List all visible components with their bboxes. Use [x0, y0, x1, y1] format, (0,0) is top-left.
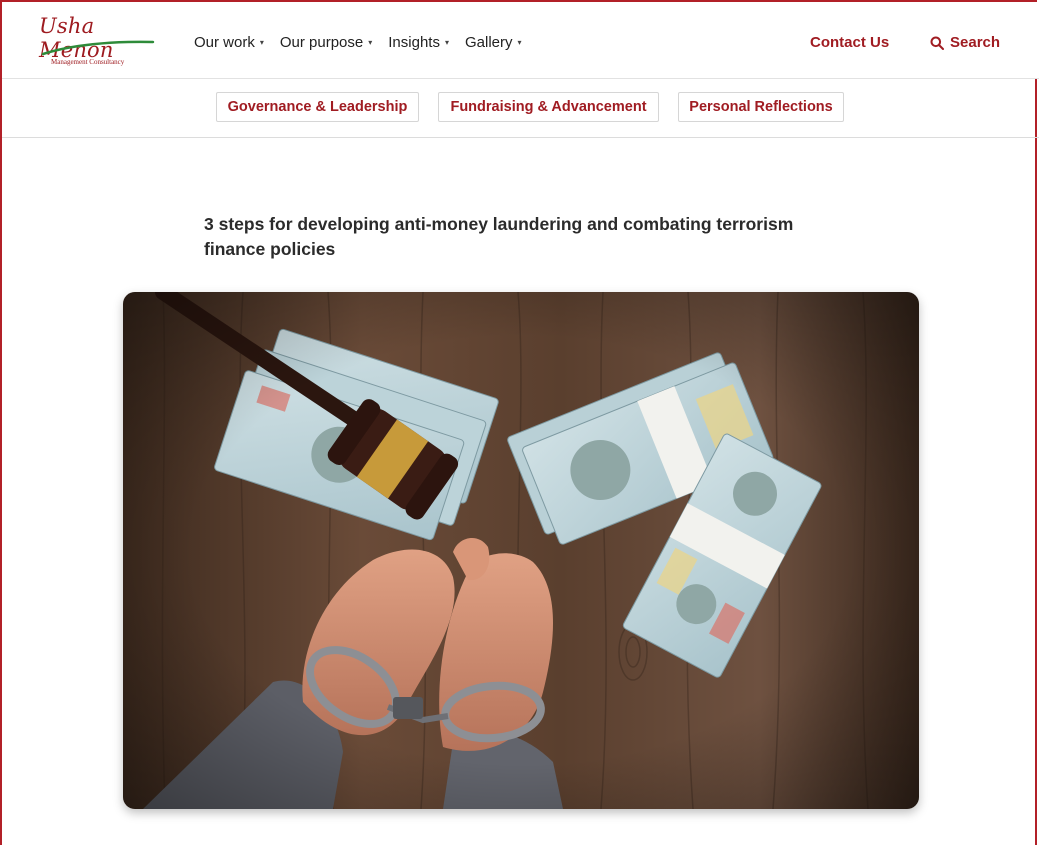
- hero-illustration: [123, 292, 919, 809]
- category-fundraising-advancement[interactable]: Fundraising & Advancement: [438, 92, 659, 122]
- nav-label: Our purpose: [279, 34, 364, 51]
- chevron-down-icon: ▾: [517, 38, 522, 47]
- nav-label: Gallery: [464, 34, 513, 51]
- chevron-down-icon: ▾: [368, 38, 373, 47]
- main-nav: Our work ▾ Our purpose ▾ Insights ▾ Gall…: [194, 34, 522, 51]
- search-button[interactable]: Search: [930, 34, 1000, 51]
- contact-us-link[interactable]: Contact Us: [810, 34, 889, 51]
- category-governance-leadership[interactable]: Governance & Leadership: [216, 92, 419, 122]
- nav-insights[interactable]: Insights ▾: [388, 34, 449, 51]
- nav-gallery[interactable]: Gallery ▾: [465, 34, 522, 51]
- site-header: Usha Menon Management Consultancy Our wo…: [2, 2, 1039, 79]
- logo-swoosh-icon: [41, 40, 155, 56]
- chevron-down-icon: ▾: [444, 38, 449, 47]
- article-hero-image: [123, 292, 919, 809]
- nav-our-purpose[interactable]: Our purpose ▾: [280, 34, 372, 51]
- site-logo[interactable]: Usha Menon Management Consultancy: [39, 14, 169, 70]
- nav-label: Our work: [194, 34, 255, 51]
- nav-label: Insights: [388, 34, 440, 51]
- search-icon: [930, 36, 944, 50]
- category-personal-reflections[interactable]: Personal Reflections: [678, 92, 844, 122]
- logo-tagline: Management Consultancy: [51, 58, 125, 66]
- article-title: 3 steps for developing anti-money launde…: [204, 214, 794, 259]
- search-label: Search: [950, 34, 1001, 51]
- category-bar: Governance & Leadership Fundraising & Ad…: [2, 79, 1039, 138]
- nav-our-work[interactable]: Our work ▾: [194, 34, 264, 51]
- chevron-down-icon: ▾: [259, 38, 264, 47]
